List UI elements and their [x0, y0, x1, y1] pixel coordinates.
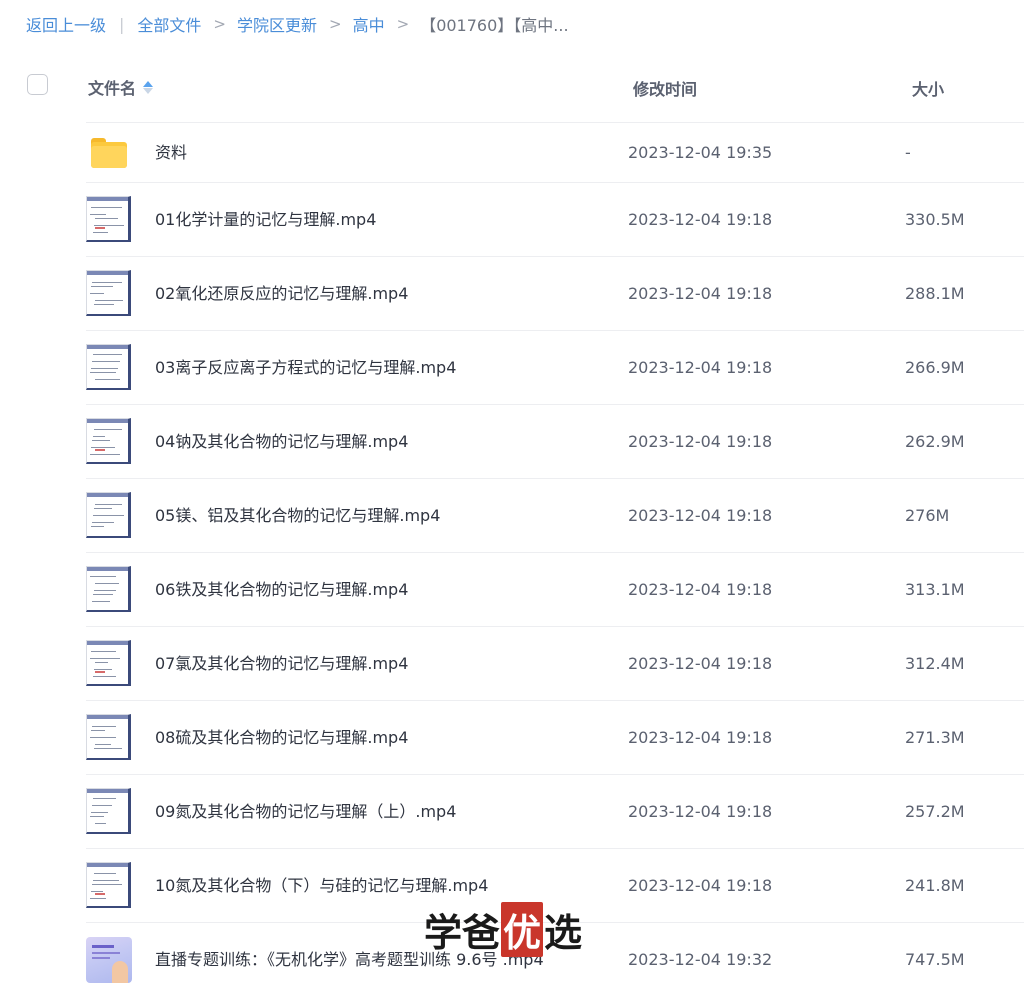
watermark-logo: 学爸 优 选 [424, 901, 582, 957]
breadcrumb-item-highschool[interactable]: 高中 [353, 12, 385, 36]
file-size: 276M [905, 506, 950, 525]
file-size: 257.2M [905, 802, 965, 821]
file-size: 312.4M [905, 654, 965, 673]
file-size: 241.8M [905, 876, 965, 895]
video-thumbnail [86, 196, 132, 242]
file-name[interactable]: 09氮及其化合物的记忆与理解（上）.mp4 [155, 775, 456, 849]
video-thumbnail [86, 418, 132, 464]
file-size: 313.1M [905, 580, 965, 599]
file-size: 330.5M [905, 210, 965, 229]
select-all-checkbox[interactable] [27, 74, 48, 95]
column-header-time[interactable]: 修改时间 [633, 76, 697, 100]
chevron-right-icon: > [329, 15, 342, 33]
breadcrumb-item-all-files[interactable]: 全部文件 [137, 12, 201, 36]
file-size: 266.9M [905, 358, 965, 377]
file-browser: 返回上一级 | 全部文件 > 学院区更新 > 高中 > 【001760】【高中.… [0, 0, 1024, 989]
modified-time: 2023-12-04 19:18 [628, 802, 773, 821]
sort-icon[interactable] [143, 80, 154, 94]
watermark-text-right: 选 [544, 909, 583, 955]
video-thumbnail [86, 937, 132, 983]
modified-time: 2023-12-04 19:18 [628, 728, 773, 747]
table-header: 文件名 修改时间 大小 [0, 58, 1024, 114]
video-thumbnail [86, 640, 132, 686]
file-row[interactable]: 04钠及其化合物的记忆与理解.mp4 2023-12-04 19:18 262.9M [86, 404, 1024, 478]
video-thumbnail [86, 714, 132, 760]
breadcrumb-item-current: 【001760】【高中... [420, 16, 569, 35]
folder-icon [86, 129, 132, 175]
file-row[interactable]: 07氯及其化合物的记忆与理解.mp4 2023-12-04 19:18 312.4M [86, 626, 1024, 700]
file-name[interactable]: 05镁、铝及其化合物的记忆与理解.mp4 [155, 479, 440, 553]
video-thumbnail [86, 270, 132, 316]
file-size: - [905, 143, 911, 162]
file-size: 747.5M [905, 950, 965, 969]
video-thumbnail [86, 344, 132, 390]
file-size: 271.3M [905, 728, 965, 747]
modified-time: 2023-12-04 19:18 [628, 284, 773, 303]
file-row[interactable]: 02氧化还原反应的记忆与理解.mp4 2023-12-04 19:18 288.1M [86, 256, 1024, 330]
file-size: 262.9M [905, 432, 965, 451]
file-name[interactable]: 06铁及其化合物的记忆与理解.mp4 [155, 553, 408, 627]
breadcrumb-divider: | [119, 14, 125, 34]
breadcrumb-item-academy[interactable]: 学院区更新 [237, 12, 317, 36]
modified-time: 2023-12-04 19:35 [628, 143, 773, 162]
video-thumbnail [86, 862, 132, 908]
file-name[interactable]: 08硫及其化合物的记忆与理解.mp4 [155, 701, 408, 775]
file-row[interactable]: 08硫及其化合物的记忆与理解.mp4 2023-12-04 19:18 271.3M [86, 700, 1024, 774]
chevron-right-icon: > [213, 15, 226, 33]
modified-time: 2023-12-04 19:18 [628, 654, 773, 673]
modified-time: 2023-12-04 19:18 [628, 358, 773, 377]
file-row[interactable]: 05镁、铝及其化合物的记忆与理解.mp4 2023-12-04 19:18 276M [86, 478, 1024, 552]
file-row[interactable]: 01化学计量的记忆与理解.mp4 2023-12-04 19:18 330.5M [86, 182, 1024, 256]
breadcrumb: 返回上一级 | 全部文件 > 学院区更新 > 高中 > 【001760】【高中.… [26, 12, 569, 36]
column-header-name[interactable]: 文件名 [88, 75, 154, 99]
column-header-size[interactable]: 大小 [912, 76, 944, 100]
video-thumbnail [86, 788, 132, 834]
back-link[interactable]: 返回上一级 [26, 12, 106, 36]
video-thumbnail [86, 492, 132, 538]
chevron-right-icon: > [396, 15, 410, 33]
file-name[interactable]: 07氯及其化合物的记忆与理解.mp4 [155, 627, 408, 701]
modified-time: 2023-12-04 19:18 [628, 876, 773, 895]
watermark-text-highlight: 优 [501, 901, 544, 957]
file-row[interactable]: 03离子反应离子方程式的记忆与理解.mp4 2023-12-04 19:18 266… [86, 330, 1024, 404]
file-row[interactable]: 09氮及其化合物的记忆与理解（上）.mp4 2023-12-04 19:18 257… [86, 774, 1024, 848]
modified-time: 2023-12-04 19:18 [628, 210, 773, 229]
file-name[interactable]: 03离子反应离子方程式的记忆与理解.mp4 [155, 331, 456, 405]
modified-time: 2023-12-04 19:32 [628, 950, 773, 969]
modified-time: 2023-12-04 19:18 [628, 506, 773, 525]
file-size: 288.1M [905, 284, 965, 303]
modified-time: 2023-12-04 19:18 [628, 432, 773, 451]
file-name[interactable]: 01化学计量的记忆与理解.mp4 [155, 183, 376, 257]
folder-row[interactable]: 资料 2023-12-04 19:35 - [86, 122, 1024, 182]
modified-time: 2023-12-04 19:18 [628, 580, 773, 599]
file-name[interactable]: 资料 [155, 123, 187, 183]
file-name[interactable]: 04钠及其化合物的记忆与理解.mp4 [155, 405, 408, 479]
file-row[interactable]: 06铁及其化合物的记忆与理解.mp4 2023-12-04 19:18 313.1M [86, 552, 1024, 626]
watermark-text-left: 学爸 [424, 909, 501, 955]
video-thumbnail [86, 566, 132, 612]
column-header-name-label: 文件名 [88, 79, 137, 98]
file-name[interactable]: 02氧化还原反应的记忆与理解.mp4 [155, 257, 408, 331]
